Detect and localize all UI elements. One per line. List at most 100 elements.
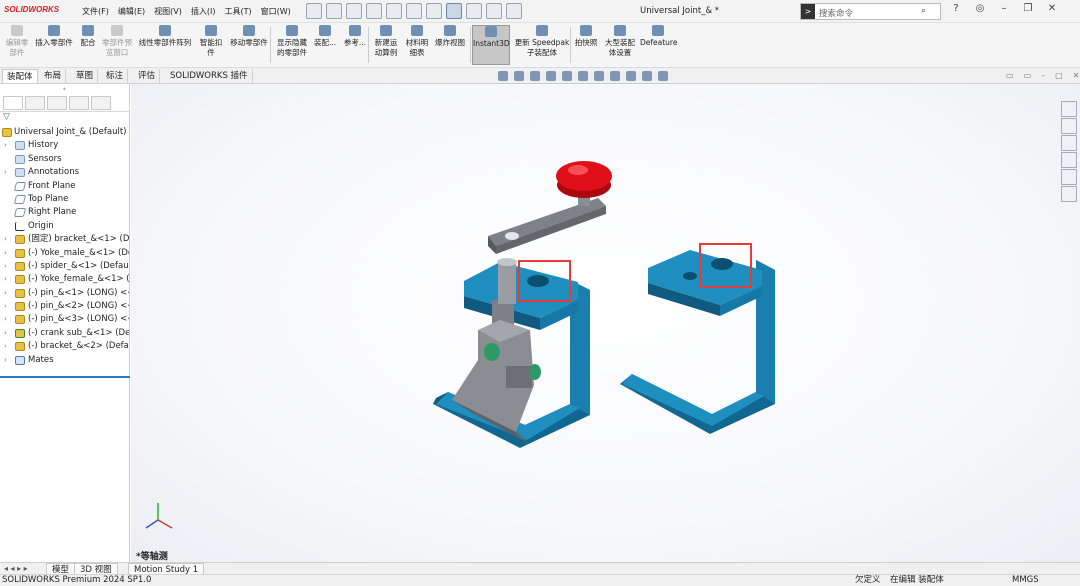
ribbon-button[interactable]: 显示隐藏 的零部件	[273, 25, 311, 58]
redo-icon[interactable]	[426, 3, 442, 19]
dimxpert-tab-icon[interactable]	[69, 96, 89, 110]
expand-arrow-icon[interactable]: ›	[4, 340, 7, 353]
close-icon[interactable]: ✕	[1044, 3, 1060, 14]
menu-item[interactable]: 视图(V)	[154, 6, 182, 17]
ribbon-button[interactable]: 编辑零 部件	[4, 25, 30, 58]
save-icon[interactable]	[366, 3, 382, 19]
expand-arrow-icon[interactable]: ›	[4, 300, 7, 313]
command-tab[interactable]: 标注	[102, 69, 129, 83]
menu-item[interactable]: 窗口(W)	[261, 6, 291, 17]
ribbon-button[interactable]: 配合	[78, 25, 98, 48]
resources-icon[interactable]	[1061, 101, 1077, 117]
property-manager-tab-icon[interactable]	[25, 96, 45, 110]
ribbon-button[interactable]: 插入零部件	[33, 25, 75, 48]
ribbon-button[interactable]: 线性零部件阵列	[137, 25, 193, 48]
expand-arrow-icon[interactable]: ›	[4, 260, 7, 273]
tree-item[interactable]: › (-) pin_&<2> (LONG) <<	[0, 300, 129, 313]
menu-item[interactable]: 工具(T)	[224, 6, 251, 17]
dynamic-annotation-icon[interactable]	[562, 71, 572, 81]
command-tab[interactable]: 草图	[72, 69, 99, 83]
menu-item[interactable]: 插入(I)	[191, 6, 216, 17]
search-commands-box[interactable]: > 搜索命令 ⌕	[800, 3, 941, 20]
command-tab[interactable]: SOLIDWORKS 插件	[166, 69, 253, 83]
feature-tree-tab-icon[interactable]	[3, 96, 23, 110]
user-icon[interactable]: ◎	[972, 3, 988, 14]
view-palette-icon[interactable]	[1061, 152, 1077, 168]
file-properties-icon[interactable]	[486, 3, 502, 19]
expand-arrow-icon[interactable]: ›	[4, 354, 7, 367]
traffic-light-icon[interactable]	[466, 3, 482, 19]
panel-grip[interactable]: •	[0, 84, 129, 96]
ribbon-button[interactable]: Defeature	[640, 25, 677, 48]
ribbon-button[interactable]: 参考...	[343, 25, 367, 48]
help-icon[interactable]: ?	[948, 3, 964, 14]
tree-item[interactable]: › (固定) bracket_&<1> (De	[0, 233, 129, 246]
graphics-area[interactable]	[131, 84, 1080, 562]
ribbon-button[interactable]: 爆炸视图	[433, 25, 467, 48]
tree-rollback-bar[interactable]	[0, 376, 130, 378]
custom-properties-icon[interactable]	[1061, 186, 1077, 202]
tree-item[interactable]: › (-) pin_&<1> (LONG) <<	[0, 287, 129, 300]
hide-show-items-icon[interactable]	[610, 71, 620, 81]
tree-item[interactable]: Right Plane	[0, 206, 129, 219]
expand-arrow-icon[interactable]: ›	[4, 313, 7, 326]
expand-arrow-icon[interactable]: ›	[4, 166, 7, 179]
minimize-icon[interactable]: –	[996, 3, 1012, 14]
ribbon-button[interactable]: Instant3D	[472, 25, 510, 65]
tree-item[interactable]: › (-) crank sub_&<1> (Defa	[0, 327, 129, 340]
ribbon-button[interactable]: 移动零部件	[227, 25, 271, 48]
tree-item[interactable]: › History	[0, 139, 129, 152]
model-viewport[interactable]	[131, 84, 1080, 562]
solidworks-logo[interactable]: SOLIDWORKS	[4, 5, 59, 14]
tree-item[interactable]: › (-) bracket_&<2> (Defau	[0, 340, 129, 353]
display-style-icon[interactable]	[594, 71, 604, 81]
zoom-area-icon[interactable]	[514, 71, 524, 81]
command-tab[interactable]: 装配体	[2, 69, 38, 83]
menu-item[interactable]: 编辑(E)	[118, 6, 145, 17]
section-view-icon[interactable]	[546, 71, 556, 81]
command-tab[interactable]: 布局	[40, 69, 67, 83]
command-tab[interactable]: 评估	[134, 69, 161, 83]
expand-arrow-icon[interactable]: ›	[4, 327, 7, 340]
tree-item[interactable]: › (-) Yoke_male_&<1> (De	[0, 247, 129, 260]
ribbon-button[interactable]: 大型装配 体设置	[604, 25, 636, 58]
expand-arrow-icon[interactable]: ›	[4, 273, 7, 286]
open-icon[interactable]	[346, 3, 362, 19]
zoom-to-fit-icon[interactable]	[498, 71, 508, 81]
ribbon-button[interactable]: 材料明 细表	[403, 25, 431, 58]
view-settings-icon[interactable]	[658, 71, 668, 81]
restore-icon[interactable]: ❐	[1020, 3, 1036, 14]
select-pointer-icon[interactable]	[446, 3, 462, 19]
appearances-icon[interactable]	[1061, 169, 1077, 185]
display-manager-tab-icon[interactable]	[91, 96, 111, 110]
ribbon-button[interactable]: 智能扣 件	[198, 25, 224, 58]
expand-arrow-icon[interactable]: ›	[4, 287, 7, 300]
ribbon-button[interactable]: 拍快照	[574, 25, 598, 48]
unit-system[interactable]: MMGS	[1012, 575, 1039, 586]
tree-item[interactable]: Front Plane	[0, 180, 129, 193]
home-icon[interactable]	[306, 3, 322, 19]
menu-item[interactable]: 文件(F)	[82, 6, 109, 17]
viewport-restore-icon[interactable]: ▭	[1006, 71, 1014, 80]
viewport-maximize-icon[interactable]: ▢	[1055, 71, 1063, 80]
tree-item[interactable]: › Mates	[0, 354, 129, 367]
print-icon[interactable]	[386, 3, 402, 19]
design-library-icon[interactable]	[1061, 118, 1077, 134]
ribbon-button[interactable]: 新建运 动算例	[372, 25, 400, 58]
undo-icon[interactable]	[406, 3, 422, 19]
tree-item[interactable]: Top Plane	[0, 193, 129, 206]
view-orientation-icon[interactable]	[578, 71, 588, 81]
tree-item[interactable]: Origin	[0, 220, 129, 233]
options-gear-icon[interactable]	[506, 3, 522, 19]
tree-item[interactable]: › (-) pin_&<3> (LONG) <<	[0, 313, 129, 326]
tree-item[interactable]: › (-) Yoke_female_&<1> (D	[0, 273, 129, 286]
edit-appearance-icon[interactable]	[626, 71, 636, 81]
ribbon-button[interactable]: 更新 Speedpak 子装配体	[514, 25, 570, 58]
expand-arrow-icon[interactable]: ›	[4, 139, 7, 152]
viewport-tile-icon[interactable]: ▭	[1024, 71, 1032, 80]
ribbon-button[interactable]: 装配...	[314, 25, 336, 48]
file-explorer-icon[interactable]	[1061, 135, 1077, 151]
filter-icon[interactable]: ▽	[0, 112, 129, 126]
viewport-minimize-icon[interactable]: –	[1041, 71, 1045, 80]
previous-view-icon[interactable]	[530, 71, 540, 81]
